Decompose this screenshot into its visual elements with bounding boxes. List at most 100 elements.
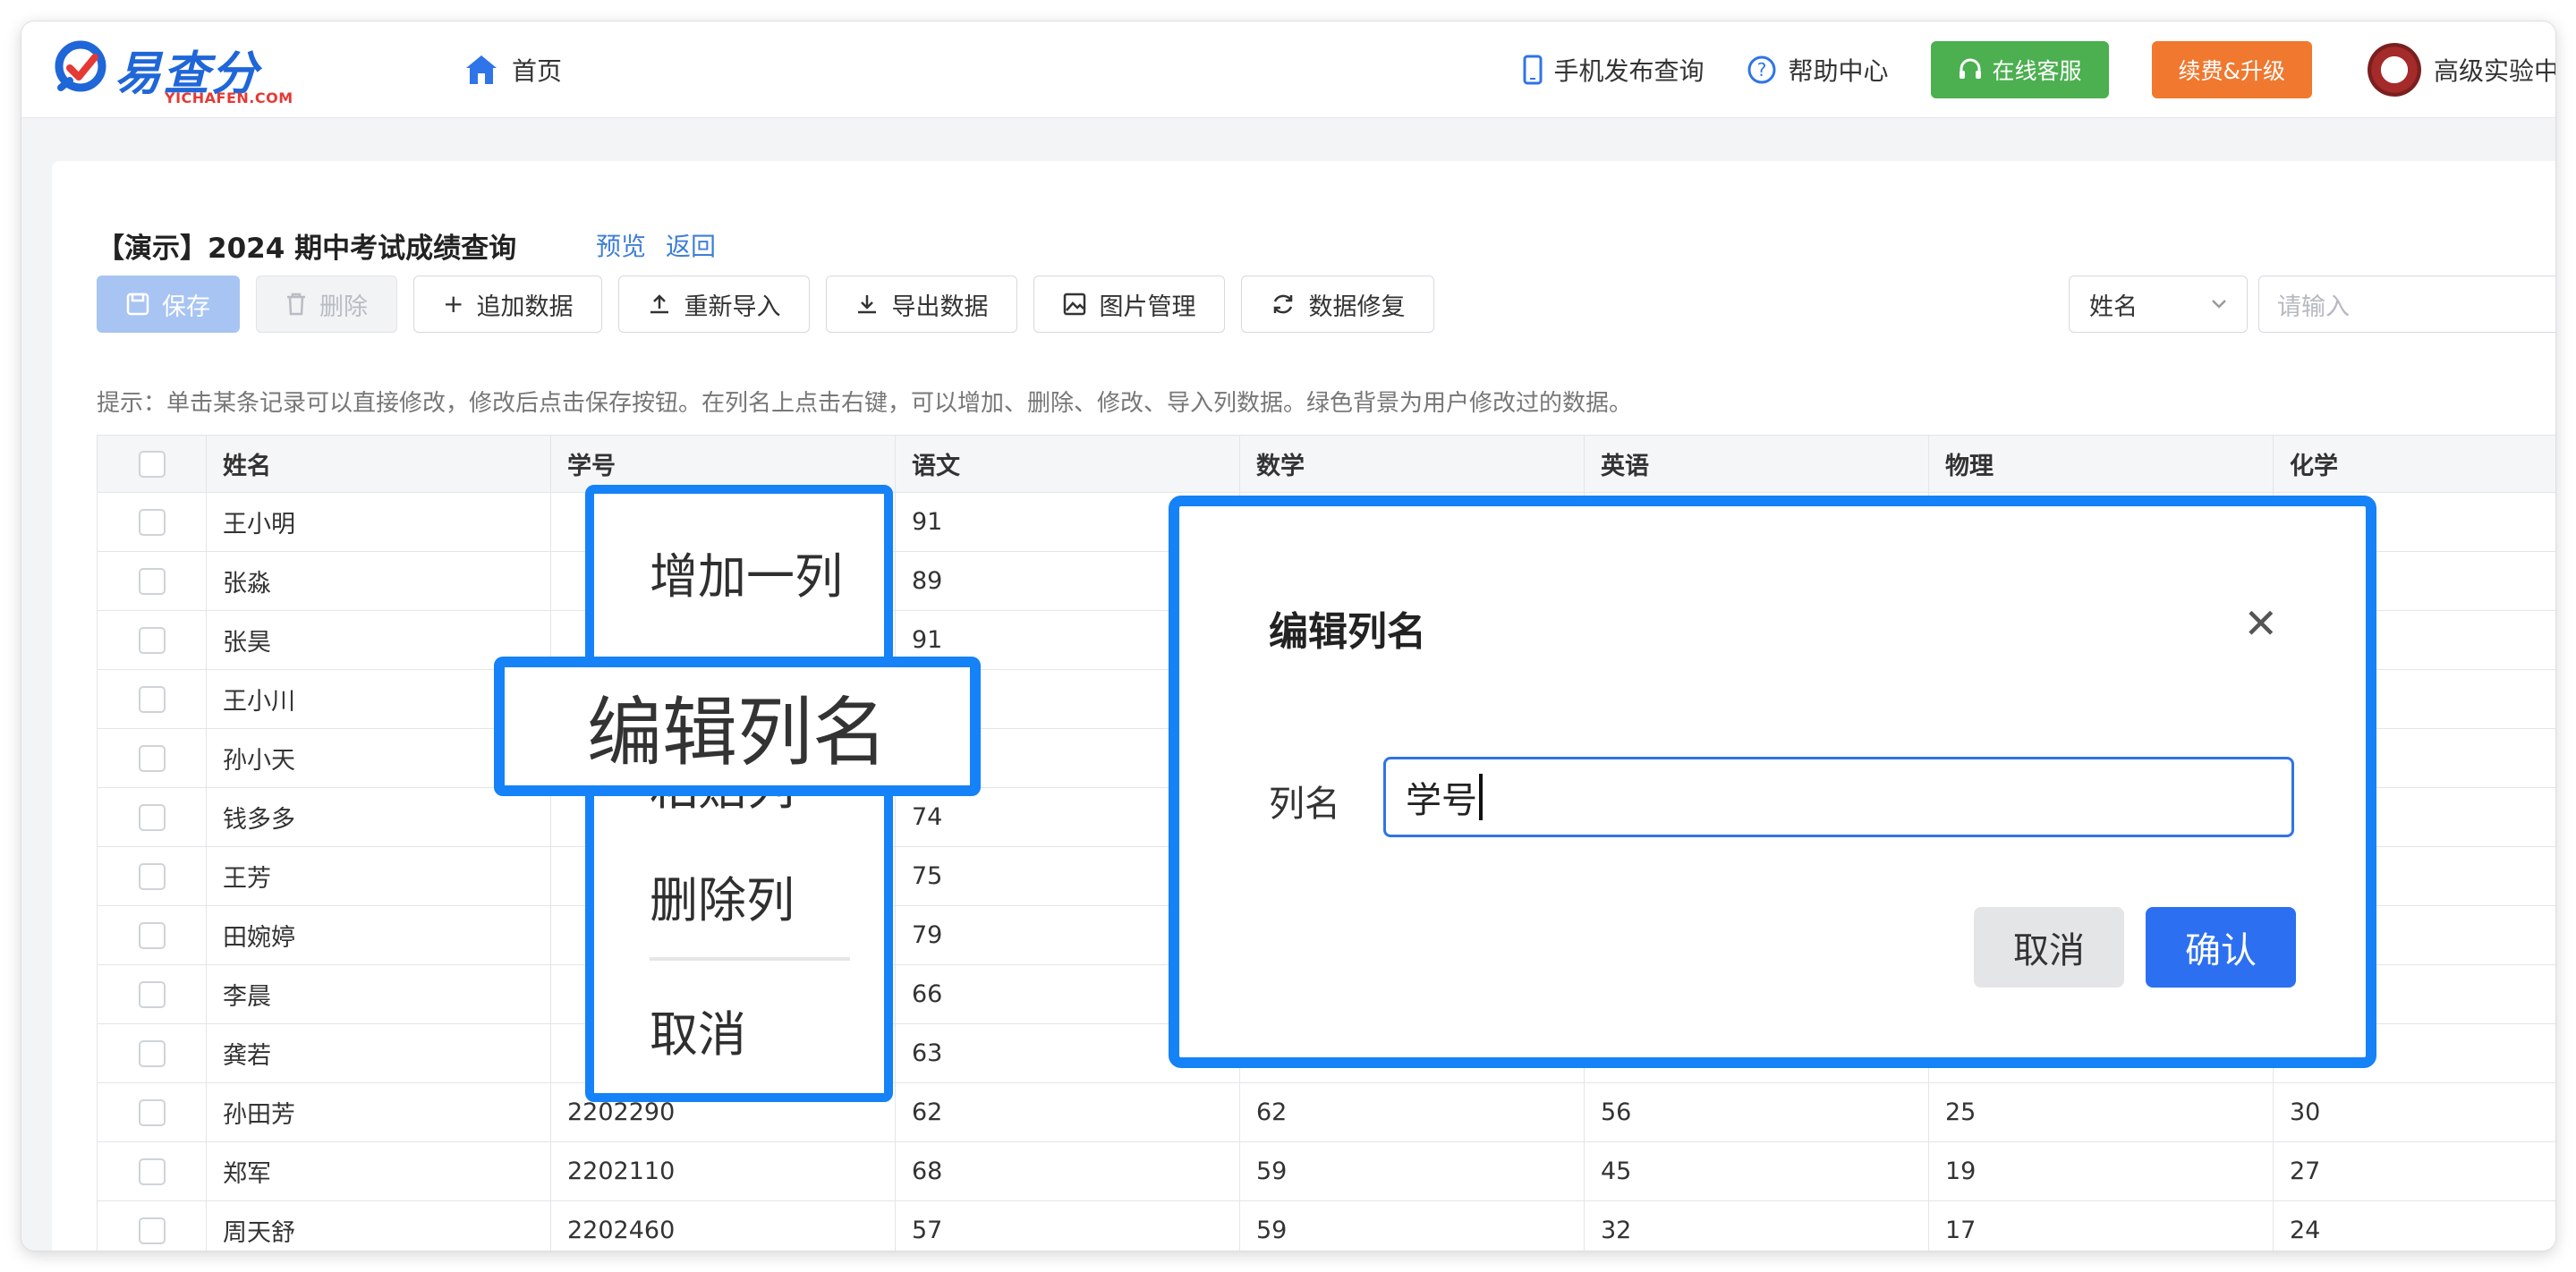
column-name-input[interactable]: 学号 (1383, 757, 2294, 837)
image-icon (1064, 293, 1086, 316)
column-header[interactable]: 姓名 (207, 436, 551, 493)
data-repair-button[interactable]: 数据修复 (1241, 276, 1435, 333)
image-manage-button[interactable]: 图片管理 (1033, 276, 1226, 333)
table-cell[interactable]: 62 (896, 1083, 1240, 1142)
image-manage-label: 图片管理 (1099, 293, 1196, 321)
table-cell[interactable]: 59 (1240, 1142, 1585, 1201)
download-icon (858, 295, 877, 314)
refresh-icon (1274, 294, 1293, 314)
table-cell[interactable]: 25 (1929, 1083, 2274, 1142)
table-cell[interactable]: 68 (896, 1142, 1240, 1201)
append-data-button[interactable]: + 追加数据 (413, 276, 603, 333)
row-select-cell (98, 906, 207, 965)
row-checkbox[interactable] (138, 1039, 166, 1067)
renew-upgrade-button[interactable]: 续费&升级 (2151, 41, 2312, 98)
table-cell[interactable]: 57 (896, 1201, 1240, 1251)
menu-item-cancel[interactable]: 取消 (650, 995, 746, 1065)
table-cell[interactable]: 59 (1240, 1201, 1585, 1251)
dialog-confirm-button[interactable]: 确认 (2146, 907, 2296, 988)
table-cell[interactable]: 张淼 (207, 552, 551, 611)
nav-home[interactable]: 首页 (463, 48, 562, 91)
back-link[interactable]: 返回 (666, 227, 716, 263)
reimport-label: 重新导入 (684, 293, 781, 321)
close-icon[interactable]: ✕ (2243, 603, 2278, 644)
reimport-button[interactable]: 重新导入 (618, 276, 811, 333)
search-input[interactable]: 请输入 (2258, 276, 2555, 333)
top-nav-bar: 易查分 YICHAFEN.COM 首页 手机发布查询 ? 帮助中心 在线客服 续… (21, 21, 2555, 118)
table-cell[interactable]: 王小明 (207, 493, 551, 552)
logo[interactable]: 易查分 YICHAFEN.COM (54, 36, 293, 107)
table-cell[interactable]: 56 (1585, 1083, 1929, 1142)
table-row[interactable]: 郑军 2202110 68 59 45 19 27 (98, 1142, 2555, 1201)
row-select-cell (98, 788, 207, 847)
table-cell[interactable]: 62 (1240, 1083, 1585, 1142)
row-checkbox[interactable] (138, 862, 166, 890)
menu-item-delete-column[interactable]: 删除列 (650, 861, 795, 931)
nav-mobile-query[interactable]: 手机发布查询 (1523, 52, 1704, 88)
row-checkbox[interactable] (138, 744, 166, 772)
table-cell[interactable]: 19 (1929, 1142, 2274, 1201)
toolbar: 保存 删除 + 追加数据 重新导入 导出数据 图片管理 数据修复 (97, 276, 1435, 333)
table-cell[interactable]: 孙田芳 (207, 1083, 551, 1142)
page-title: 【演示】2024 期中考试成绩查询 (97, 233, 517, 265)
save-button[interactable]: 保存 (97, 276, 240, 333)
row-checkbox[interactable] (138, 508, 166, 536)
search-field-select[interactable]: 姓名 (2069, 276, 2248, 333)
row-checkbox[interactable] (138, 685, 166, 713)
column-header[interactable]: 数学 (1240, 436, 1585, 493)
avatar (2368, 43, 2421, 97)
table-row[interactable]: 孙田芳 2202290 62 62 56 25 30 (98, 1083, 2555, 1142)
table-cell[interactable]: 田婉婷 (207, 906, 551, 965)
table-cell[interactable]: 王芳 (207, 847, 551, 906)
row-checkbox[interactable] (138, 921, 166, 949)
select-all-checkbox[interactable] (138, 450, 166, 478)
row-checkbox[interactable] (138, 626, 166, 654)
table-cell[interactable]: 李晨 (207, 965, 551, 1024)
save-label: 保存 (162, 293, 210, 321)
online-service-button[interactable]: 在线客服 (1931, 41, 2109, 98)
logo-subtext: YICHAFEN.COM (165, 89, 293, 106)
table-cell[interactable]: 30 (2274, 1083, 2555, 1142)
menu-item-add-column[interactable]: 增加一列 (650, 537, 843, 607)
nav-help-center[interactable]: ? 帮助中心 (1747, 52, 1888, 88)
table-cell[interactable]: 45 (1585, 1142, 1929, 1201)
dialog-cancel-button[interactable]: 取消 (1974, 907, 2124, 988)
logo-icon (55, 40, 106, 92)
delete-label: 删除 (319, 293, 368, 321)
row-checkbox[interactable] (138, 1217, 166, 1244)
row-checkbox[interactable] (138, 1158, 166, 1185)
column-header[interactable]: 化学 (2274, 436, 2555, 493)
table-cell[interactable]: 郑军 (207, 1142, 551, 1201)
append-data-label: 追加数据 (476, 293, 574, 321)
row-select-cell (98, 670, 207, 729)
delete-button[interactable]: 删除 (256, 276, 397, 333)
nav-right: 手机发布查询 ? 帮助中心 在线客服 续费&升级 高级实验中 (1523, 41, 2555, 98)
export-data-button[interactable]: 导出数据 (826, 276, 1018, 333)
table-cell[interactable]: 钱多多 (207, 788, 551, 847)
table-cell[interactable]: 27 (2274, 1142, 2555, 1201)
table-cell[interactable]: 17 (1929, 1201, 2274, 1251)
row-checkbox[interactable] (138, 567, 166, 595)
edit-column-dialog: 编辑列名 ✕ 列名 学号 取消 确认 (1169, 496, 2376, 1068)
row-checkbox[interactable] (138, 980, 166, 1008)
user-menu[interactable]: 高级实验中学 (2368, 43, 2555, 97)
table-row[interactable]: 周天舒 2202460 57 59 32 17 24 (98, 1201, 2555, 1251)
highlighted-menu-item[interactable]: 编辑列名 (494, 657, 981, 796)
table-cell[interactable]: 2202460 (551, 1201, 896, 1251)
table-cell[interactable]: 周天舒 (207, 1201, 551, 1251)
plus-icon: + (443, 289, 464, 318)
menu-divider (650, 957, 850, 961)
row-checkbox[interactable] (138, 803, 166, 831)
table-cell[interactable]: 32 (1585, 1201, 1929, 1251)
select-all-cell (98, 436, 207, 493)
preview-link[interactable]: 预览 (596, 227, 646, 263)
table-cell[interactable]: 24 (2274, 1201, 2555, 1251)
column-header[interactable]: 语文 (896, 436, 1240, 493)
row-checkbox[interactable] (138, 1098, 166, 1126)
table-cell[interactable]: 龚若 (207, 1024, 551, 1083)
table-cell[interactable]: 2202110 (551, 1142, 896, 1201)
column-header[interactable]: 物理 (1929, 436, 2274, 493)
row-select-cell (98, 1142, 207, 1201)
column-header[interactable]: 英语 (1585, 436, 1929, 493)
row-select-cell (98, 611, 207, 670)
